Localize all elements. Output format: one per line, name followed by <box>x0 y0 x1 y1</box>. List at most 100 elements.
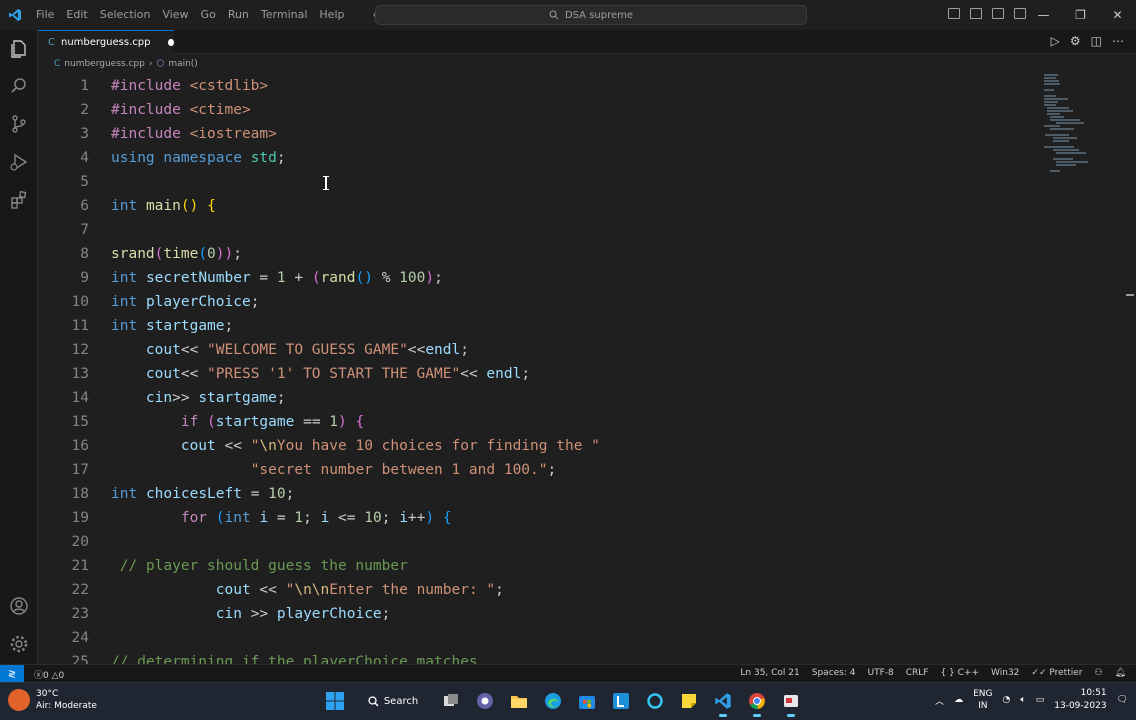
volume-icon[interactable]: 🔈︎ <box>1020 695 1025 705</box>
line-code: cout<< "PRESS '1' TO START THE GAME"<< e… <box>145 366 531 382</box>
time-text: 10:51 <box>1080 688 1107 698</box>
restore-icon[interactable]: ❐ <box>1062 0 1099 30</box>
search-icon[interactable] <box>7 74 31 98</box>
notifications-bell-icon[interactable]: 🔔︎ <box>1115 668 1126 678</box>
edge-browser-icon[interactable] <box>540 688 566 714</box>
menu-help[interactable]: Help <box>313 4 350 26</box>
menu-selection[interactable]: Selection <box>94 4 157 26</box>
gear-icon[interactable]: ⚙ <box>1070 34 1081 48</box>
split-editor-icon[interactable]: ◫ <box>1091 34 1102 48</box>
os-taskbar: 30°C Air: Moderate Search ︿ ☁ ENG IN ◔ 🔈… <box>0 682 1136 720</box>
editor-tab-bar: C numberguess.cpp ▷ ⚙ ◫ ⋯ <box>38 30 1136 54</box>
indentation[interactable]: Spaces: 4 <box>812 668 856 678</box>
breadcrumb-symbol[interactable]: main() <box>168 59 198 69</box>
clock[interactable]: 10:51 13-09-2023 <box>1054 687 1106 713</box>
minimize-icon[interactable]: — <box>1025 0 1062 30</box>
line-number: 6 <box>80 198 89 214</box>
accounts-icon[interactable] <box>7 594 31 618</box>
language-mode[interactable]: { } C++ <box>940 668 979 678</box>
problems-indicator[interactable]: ⓧ0 △0 <box>34 668 64 681</box>
breadcrumb: C numberguess.cpp › ⬡ main() <box>38 55 198 73</box>
menu-run[interactable]: Run <box>222 4 255 26</box>
code-line: 18 int choicesLeft = 10; <box>38 482 1038 506</box>
windows-start-icon[interactable] <box>322 688 348 714</box>
function-symbol-icon: ⬡ <box>156 59 165 69</box>
menu-edit[interactable]: Edit <box>60 4 93 26</box>
explorer-icon[interactable] <box>7 36 31 60</box>
workspace-name: DSA supreme <box>564 9 634 21</box>
encoding[interactable]: UTF-8 <box>867 668 893 678</box>
teams-chat-icon[interactable] <box>472 688 498 714</box>
line-code: cout << "\nYou have 10 choices for findi… <box>180 438 600 454</box>
source-control-icon[interactable] <box>7 112 31 136</box>
battery-icon[interactable]: ▭ <box>1036 695 1045 705</box>
line-number: 21 <box>71 558 89 574</box>
line-code: int secretNumber = 1 + (rand() % 100); <box>111 270 443 286</box>
file-explorer-icon[interactable] <box>506 688 532 714</box>
line-code: srand(time(0)); <box>111 246 242 262</box>
close-icon[interactable]: ✕ <box>1099 0 1136 30</box>
temperature: 30°C <box>36 689 59 699</box>
menu-file[interactable]: File <box>30 4 60 26</box>
code-line: 19 for (int i = 1; i <= 10; i++) { <box>38 506 1038 530</box>
window-controls: — ❐ ✕ <box>1025 0 1136 30</box>
breadcrumb-file[interactable]: numberguess.cpp <box>64 59 145 69</box>
code-editor[interactable]: 1 #include <cstdlib> 2 #include <ctime> … <box>38 73 1128 664</box>
code-line: 1 #include <cstdlib> <box>38 74 1038 98</box>
cortana-ring-icon[interactable] <box>642 688 668 714</box>
activity-bar <box>0 30 38 664</box>
chrome-browser-icon[interactable] <box>744 688 770 717</box>
line-number: 22 <box>71 582 89 598</box>
extensions-icon[interactable] <box>7 188 31 212</box>
settings-gear-icon[interactable] <box>7 632 31 656</box>
code-line: 2 #include <ctime> <box>38 98 1038 122</box>
remote-indicator-icon[interactable]: ≷ <box>0 665 24 683</box>
vscode-taskbar-icon[interactable] <box>710 688 736 717</box>
line-number: 15 <box>71 414 89 430</box>
code-line: 5 <box>38 170 1038 194</box>
notification-icon[interactable]: 🗨︎ <box>1117 695 1128 705</box>
menu-terminal[interactable]: Terminal <box>255 4 314 26</box>
task-view-icon[interactable] <box>438 688 464 714</box>
menu-go[interactable]: Go <box>195 4 222 26</box>
input-language[interactable]: ENG IN <box>973 688 992 712</box>
command-center-search[interactable]: DSA supreme <box>375 5 807 25</box>
toggle-panel-icon[interactable] <box>970 8 982 19</box>
more-actions-icon[interactable]: ⋯ <box>1112 34 1124 48</box>
code-line: 21 // player should guess the number <box>38 554 1038 578</box>
line-number: 25 <box>71 654 89 664</box>
code-line: 7 <box>38 218 1038 242</box>
minimap[interactable] <box>1044 72 1094 182</box>
end-of-line[interactable]: CRLF <box>906 668 929 678</box>
line-code: int startgame; <box>111 318 234 334</box>
prettier-status[interactable]: ✓✓ Prettier <box>1031 668 1082 678</box>
run-code-icon[interactable]: ▷ <box>1051 34 1060 48</box>
cursor-position[interactable]: Ln 35, Col 21 <box>740 668 799 678</box>
line-number: 9 <box>80 270 89 286</box>
taskbar-search-button[interactable]: Search <box>356 688 430 714</box>
microsoft-store-icon[interactable] <box>574 688 600 714</box>
accounts-feedback-icon[interactable]: ⚇ <box>1094 668 1102 678</box>
line-code: cin>> startgame; <box>145 390 286 406</box>
toggle-primary-sidebar-icon[interactable] <box>948 8 960 19</box>
code-line: 20 <box>38 530 1038 554</box>
toggle-secondary-sidebar-icon[interactable] <box>992 8 1004 19</box>
sticky-notes-icon[interactable] <box>676 688 702 714</box>
platform[interactable]: Win32 <box>991 668 1019 678</box>
run-debug-icon[interactable] <box>7 150 31 174</box>
recorder-app-icon[interactable] <box>778 688 804 717</box>
weather-widget[interactable]: 30°C Air: Moderate <box>8 688 97 712</box>
air-quality: Air: Moderate <box>36 701 97 711</box>
unsaved-dot-icon[interactable] <box>168 39 174 46</box>
layout-controls <box>948 8 1026 19</box>
chevron-up-icon[interactable]: ︿ <box>935 694 944 707</box>
tab-numberguess[interactable]: C numberguess.cpp <box>38 30 174 54</box>
line-code: // player should guess the number <box>119 558 408 574</box>
code-line: 16 cout << "\nYou have 10 choices for fi… <box>38 434 1038 458</box>
line-number: 3 <box>80 126 89 142</box>
wifi-icon[interactable]: ◔ <box>1002 695 1010 705</box>
learn-app-icon[interactable] <box>608 688 634 714</box>
onedrive-cloud-icon[interactable]: ☁ <box>954 695 963 705</box>
menu-view[interactable]: View <box>156 4 194 26</box>
code-line: 10 int playerChoice; <box>38 290 1038 314</box>
